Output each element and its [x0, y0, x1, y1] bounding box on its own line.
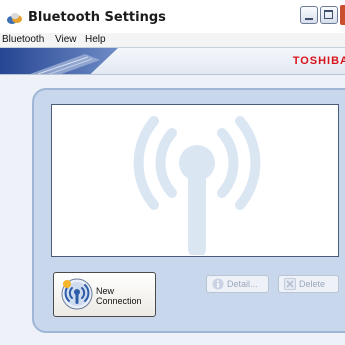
minimize-button[interactable]	[300, 6, 318, 24]
device-list[interactable]	[51, 104, 339, 257]
new-connection-label-line2: Connection	[96, 296, 142, 306]
bluetooth-antenna-watermark-icon	[133, 116, 261, 255]
antenna-signal-icon	[61, 278, 93, 310]
menu-view[interactable]: View	[55, 33, 77, 47]
menu-bar: Bluetooth View Help	[0, 33, 345, 47]
new-connection-label-line1: New	[96, 286, 115, 296]
menu-bluetooth[interactable]: Bluetooth	[2, 33, 44, 47]
delete-icon	[284, 278, 296, 290]
bluetooth-settings-icon	[7, 13, 22, 24]
header-banner: TOSHIBA	[0, 47, 345, 75]
delete-button-label: Delete	[299, 279, 326, 289]
bluetooth-settings-window: Bluetooth Settings Bluetooth View Help T…	[0, 0, 345, 345]
window-title: Bluetooth Settings	[28, 10, 166, 25]
banner-graphic	[0, 48, 118, 74]
maximize-button[interactable]	[320, 6, 338, 24]
close-button[interactable]	[340, 5, 345, 25]
new-connection-label: New Connection	[96, 286, 154, 306]
info-icon	[212, 278, 224, 290]
delete-button[interactable]: Delete	[278, 275, 339, 293]
menu-help[interactable]: Help	[85, 33, 106, 47]
detail-button[interactable]: Detail...	[206, 275, 269, 293]
title-bar[interactable]: Bluetooth Settings	[0, 0, 345, 33]
brand-logo: TOSHIBA	[292, 55, 345, 67]
detail-button-label: Detail...	[227, 279, 258, 289]
new-connection-button[interactable]: New Connection	[53, 272, 156, 317]
